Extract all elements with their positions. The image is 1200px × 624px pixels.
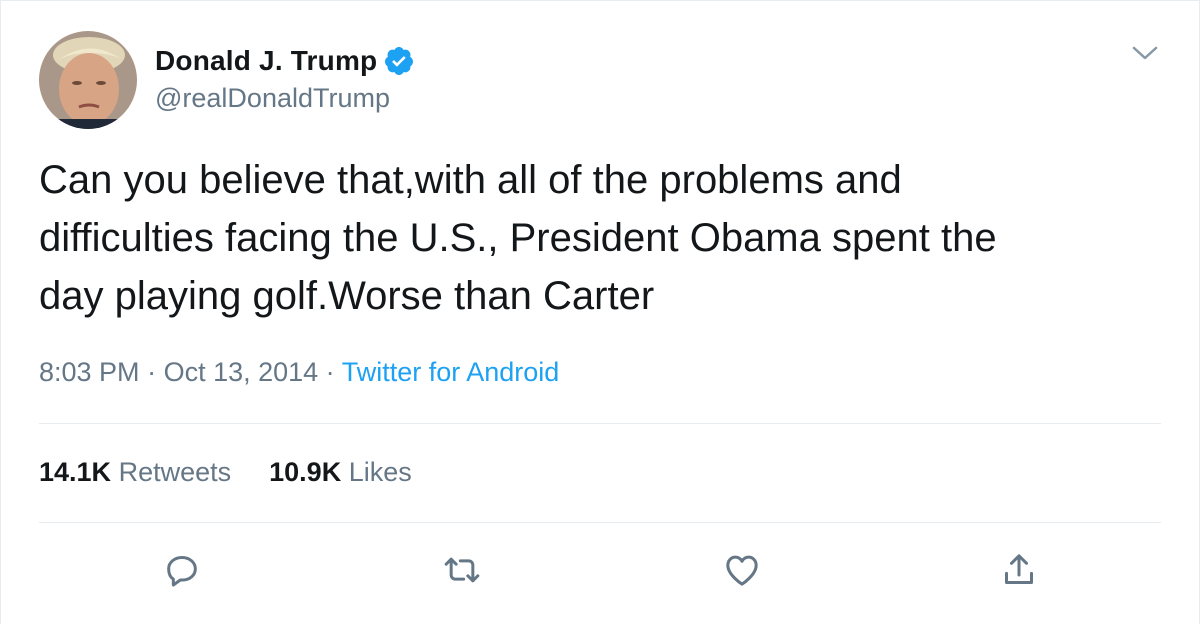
reply-icon (167, 556, 197, 587)
author-names: Donald J. Trump @realDonaldTrump (155, 45, 415, 114)
tweet-card: Donald J. Trump @realDonaldTrump Can you… (0, 0, 1200, 624)
tweet-stats: 14.1K Retweets 10.9K Likes (39, 457, 450, 488)
divider (39, 522, 1161, 523)
avatar-image (39, 31, 137, 129)
meta-separator: · (139, 357, 164, 387)
display-name-row: Donald J. Trump (155, 45, 415, 77)
author-handle[interactable]: @realDonaldTrump (155, 83, 415, 114)
display-name[interactable]: Donald J. Trump (155, 45, 377, 77)
share-icon (1005, 554, 1033, 584)
retweets-label: Retweets (118, 457, 232, 487)
retweets-stat[interactable]: 14.1K Retweets (39, 457, 231, 488)
share-button[interactable] (998, 549, 1040, 591)
like-button[interactable] (721, 549, 763, 591)
reply-button[interactable] (161, 549, 203, 591)
tweet-actions (1, 549, 1200, 599)
likes-count: 10.9K (269, 457, 342, 487)
tweet-meta: 8:03 PM · Oct 13, 2014 · Twitter for And… (39, 357, 559, 388)
tweet-date[interactable]: Oct 13, 2014 (164, 357, 319, 387)
tweet-text: Can you believe that,with all of the pro… (39, 158, 997, 318)
avatar[interactable] (39, 31, 137, 129)
heart-icon (726, 555, 758, 586)
retweet-button[interactable] (441, 549, 483, 591)
tweet-source-link[interactable]: Twitter for Android (342, 357, 560, 387)
divider (39, 423, 1161, 424)
tweet-header: Donald J. Trump @realDonaldTrump (39, 31, 415, 131)
tweet-time[interactable]: 8:03 PM (39, 357, 140, 387)
meta-separator: · (318, 357, 342, 387)
likes-label: Likes (348, 457, 412, 487)
retweet-icon (444, 557, 480, 583)
retweets-count: 14.1K (39, 457, 112, 487)
chevron-down-icon[interactable] (1131, 43, 1159, 63)
verified-badge-icon (383, 45, 415, 77)
likes-stat[interactable]: 10.9K Likes (269, 457, 412, 488)
